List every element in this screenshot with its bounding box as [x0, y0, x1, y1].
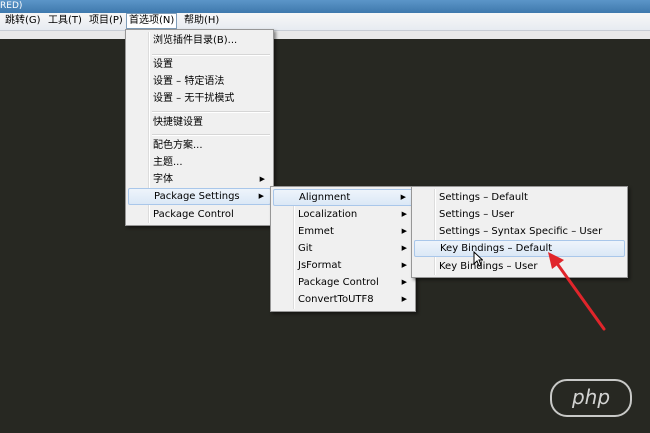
- menu-item-label: 字体: [153, 174, 173, 185]
- menu-item-theme[interactable]: 主题...: [128, 154, 271, 171]
- submenu-arrow-icon: ▶: [258, 192, 264, 200]
- mouse-cursor-icon: [473, 251, 483, 267]
- menu-item-label: 设置 – 无干扰模式: [153, 93, 235, 104]
- submenu-arrow-icon: ▶: [401, 210, 407, 218]
- menu-item-label: Localization: [298, 209, 358, 220]
- menu-project[interactable]: 项目(P): [87, 14, 125, 28]
- menu-item-key-bindings[interactable]: 快捷键设置: [128, 114, 271, 131]
- submenu-arrow-icon: ▶: [401, 244, 407, 252]
- submenu-item-package-control[interactable]: Package Control ▶: [273, 274, 413, 291]
- submenu-arrow-icon: ▶: [401, 278, 407, 286]
- submenu-arrow-icon: ▶: [401, 261, 407, 269]
- submenu-item-emmet[interactable]: Emmet ▶: [273, 223, 413, 240]
- submenu-item-localization[interactable]: Localization ▶: [273, 206, 413, 223]
- menu-item-label: Package Settings: [154, 191, 240, 202]
- menu-item-label: Package Control: [153, 209, 234, 220]
- submenu-arrow-icon: ▶: [401, 227, 407, 235]
- alignment-settings-syntax-user[interactable]: Settings – Syntax Specific – User: [414, 223, 625, 240]
- alignment-settings-default[interactable]: Settings – Default: [414, 189, 625, 206]
- menu-item-label: Settings – Default: [439, 192, 528, 203]
- menu-item-package-control[interactable]: Package Control: [128, 206, 271, 223]
- submenu-item-jsformat[interactable]: JsFormat ▶: [273, 257, 413, 274]
- submenu-arrow-icon: ▶: [400, 193, 406, 201]
- submenu-item-convert-to-utf8[interactable]: ConvertToUTF8 ▶: [273, 291, 413, 308]
- menu-item-label: 主题...: [153, 157, 183, 168]
- menu-item-label: Git: [298, 243, 313, 254]
- alignment-settings-user[interactable]: Settings – User: [414, 206, 625, 223]
- submenu-arrow-icon: ▶: [401, 295, 407, 303]
- menu-item-label: Key Bindings – Default: [440, 243, 553, 254]
- menu-item-label: Settings – Syntax Specific – User: [439, 226, 603, 237]
- menu-item-label: JsFormat: [298, 260, 342, 271]
- menu-item-label: 设置: [153, 59, 173, 70]
- window-title: RED): [0, 1, 23, 11]
- menu-bar: 跳转(G) 工具(T) 项目(P) 首选项(N) 帮助(H): [0, 13, 650, 31]
- menu-item-label: Settings – User: [439, 209, 515, 220]
- package-settings-menu: Alignment ▶ Localization ▶ Emmet ▶ Git ▶ JsF…: [270, 186, 416, 312]
- menu-item-label: 配色方案...: [153, 140, 203, 151]
- menu-help[interactable]: 帮助(H): [182, 14, 221, 28]
- menu-item-color-scheme[interactable]: 配色方案...: [128, 137, 271, 154]
- menu-goto[interactable]: 跳转(G): [3, 14, 43, 28]
- menu-preferences[interactable]: 首选项(N): [126, 13, 178, 29]
- preferences-menu: 浏览插件目录(B)... 设置 设置 – 特定语法 设置 – 无干扰模式 快捷键…: [125, 29, 274, 226]
- annotation-arrow-icon: [548, 252, 606, 331]
- submenu-arrow-icon: ▶: [259, 175, 265, 183]
- menu-item-label: Emmet: [298, 226, 334, 237]
- menu-item-settings-syntax[interactable]: 设置 – 特定语法: [128, 73, 271, 90]
- menu-separator: [152, 111, 270, 113]
- submenu-item-git[interactable]: Git ▶: [273, 240, 413, 257]
- menu-item-settings[interactable]: 设置: [128, 56, 271, 73]
- php-watermark: php: [550, 379, 632, 417]
- menu-item-settings-distraction-free[interactable]: 设置 – 无干扰模式: [128, 90, 271, 107]
- menu-item-package-settings[interactable]: Package Settings ▶: [128, 188, 271, 205]
- menu-item-font[interactable]: 字体 ▶: [128, 171, 271, 188]
- menu-item-browse-packages[interactable]: 浏览插件目录(B)...: [128, 32, 271, 49]
- menu-separator: [152, 134, 270, 136]
- menu-item-label: Alignment: [299, 192, 351, 203]
- menu-item-label: 设置 – 特定语法: [153, 76, 225, 87]
- menu-item-label: 快捷键设置: [153, 117, 203, 128]
- menu-item-label: Package Control: [298, 277, 379, 288]
- submenu-item-alignment[interactable]: Alignment ▶: [273, 189, 413, 206]
- menu-item-label: ConvertToUTF8: [298, 294, 374, 305]
- menu-tools[interactable]: 工具(T): [46, 14, 84, 28]
- menu-item-label: 浏览插件目录(B)...: [153, 35, 238, 46]
- menu-item-label: Key Bindings – User: [439, 261, 538, 272]
- tab-strip: [0, 31, 650, 39]
- title-bar: RED): [0, 0, 650, 13]
